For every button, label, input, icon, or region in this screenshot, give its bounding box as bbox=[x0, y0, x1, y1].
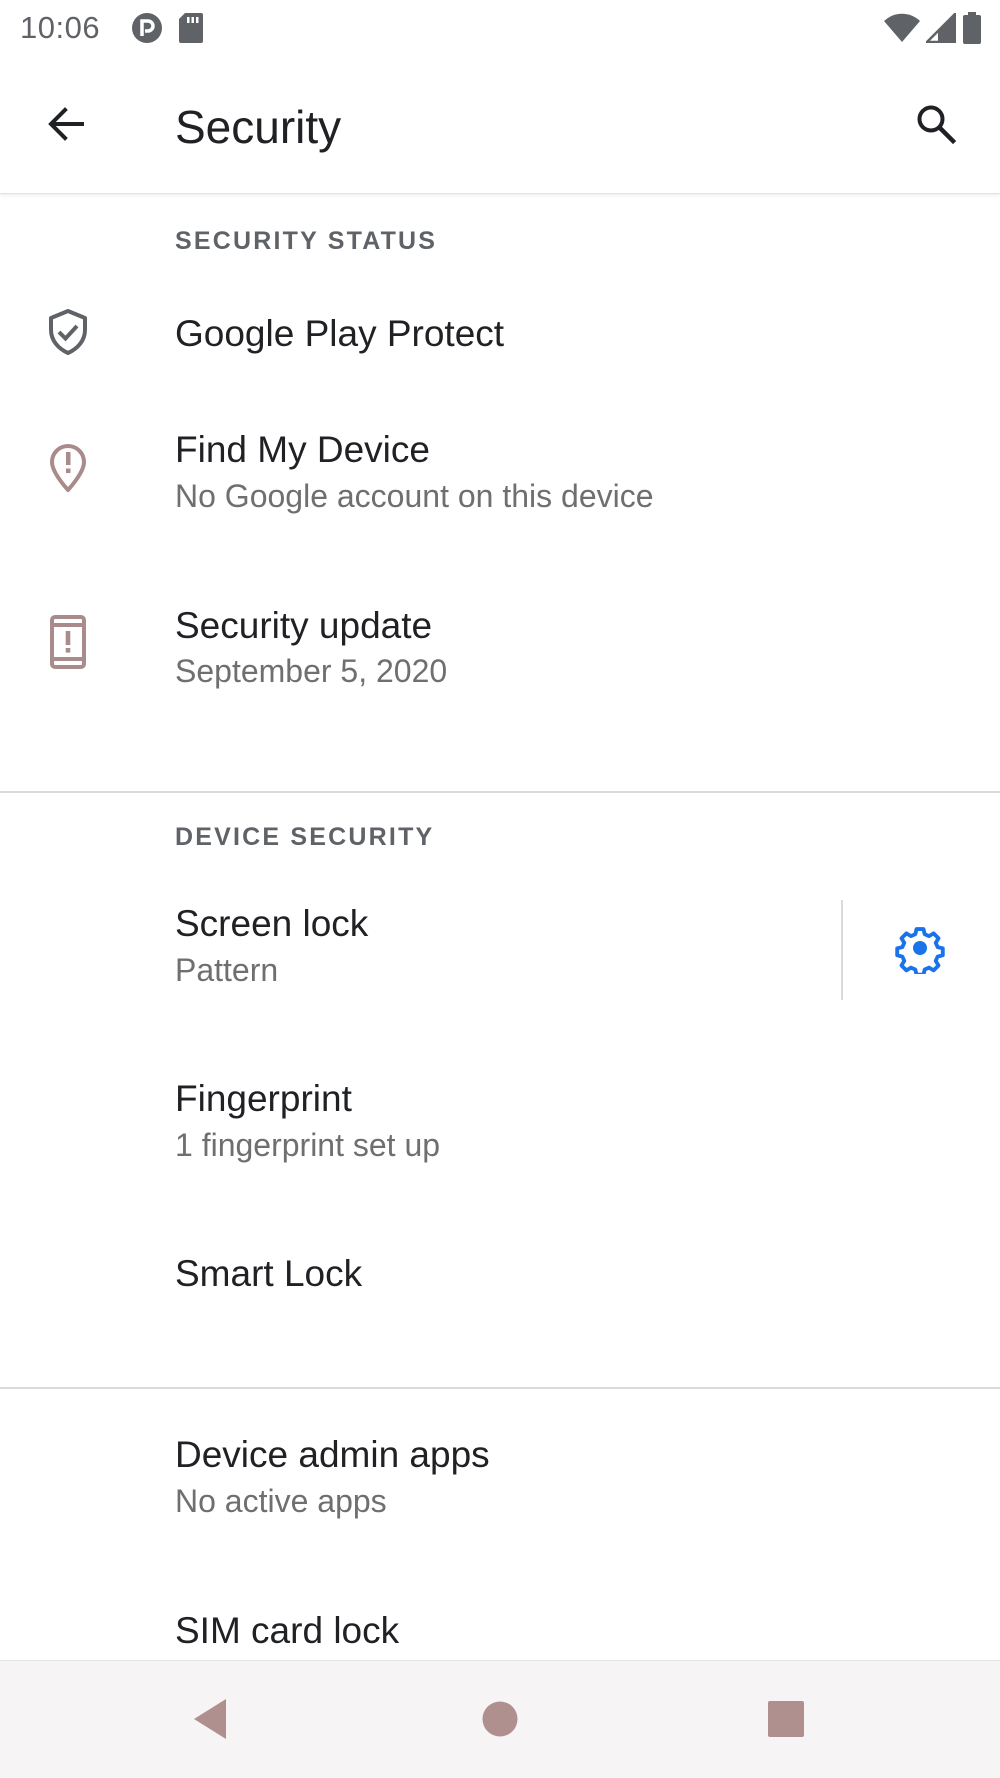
battery-icon bbox=[962, 11, 982, 49]
app-bar: Security bbox=[0, 58, 1000, 194]
phone-alert-icon bbox=[44, 615, 92, 669]
item-title: Security update bbox=[175, 605, 433, 646]
item-subtitle: Pattern bbox=[175, 952, 279, 988]
gear-icon bbox=[894, 922, 946, 979]
wifi-icon bbox=[884, 13, 920, 48]
section-header-device-security: DEVICE SECURITY bbox=[175, 823, 435, 851]
list-item-google-play-protect[interactable]: Google Play Protect bbox=[0, 275, 1000, 390]
home-circle-icon bbox=[480, 1699, 520, 1744]
item-title: Device admin apps bbox=[175, 1434, 490, 1475]
recents-square-icon bbox=[766, 1699, 806, 1744]
list-item-sim-card-lock[interactable]: SIM card lock bbox=[0, 1590, 1000, 1660]
item-title: SIM card lock bbox=[175, 1610, 400, 1651]
shield-check-icon bbox=[44, 308, 92, 356]
item-title: Fingerprint bbox=[175, 1078, 352, 1119]
arrow-back-icon bbox=[46, 104, 86, 149]
list-item-screen-lock[interactable]: Screen lock Pattern bbox=[0, 875, 1000, 1035]
item-title: Smart Lock bbox=[175, 1253, 363, 1294]
back-button[interactable] bbox=[38, 98, 94, 154]
cell-signal-icon bbox=[923, 10, 957, 48]
section-header-security-status: SECURITY STATUS bbox=[175, 227, 438, 255]
item-subtitle: No Google account on this device bbox=[175, 478, 654, 514]
list-item-device-admin-apps[interactable]: Device admin apps No active apps bbox=[0, 1415, 1000, 1575]
item-title: Google Play Protect bbox=[175, 313, 505, 354]
settings-list: SECURITY STATUS Google Play Protect Find… bbox=[0, 195, 1000, 1660]
location-alert-icon bbox=[44, 444, 92, 492]
search-button[interactable] bbox=[908, 98, 964, 154]
status-icons-left bbox=[130, 11, 204, 50]
section-divider bbox=[0, 1387, 1000, 1389]
item-title: Screen lock bbox=[175, 903, 369, 944]
list-item-smart-lock[interactable]: Smart Lock bbox=[0, 1225, 1000, 1335]
nav-back-button[interactable] bbox=[180, 1691, 240, 1751]
back-triangle-icon bbox=[190, 1697, 230, 1746]
item-subtitle: September 5, 2020 bbox=[175, 653, 448, 689]
list-item-find-my-device[interactable]: Find My Device No Google account on this… bbox=[0, 400, 1000, 560]
section-divider bbox=[0, 791, 1000, 793]
app-notification-icon bbox=[130, 11, 164, 50]
nav-home-button[interactable] bbox=[470, 1691, 530, 1751]
sd-card-icon bbox=[178, 12, 204, 49]
list-item-fingerprint[interactable]: Fingerprint 1 fingerprint set up bbox=[0, 1050, 1000, 1210]
item-title: Find My Device bbox=[175, 429, 430, 470]
navigation-bar bbox=[0, 1660, 1000, 1778]
status-bar: 10:06 bbox=[0, 0, 1000, 58]
status-time: 10:06 bbox=[20, 10, 101, 45]
item-subtitle: No active apps bbox=[175, 1483, 387, 1519]
item-subtitle: 1 fingerprint set up bbox=[175, 1127, 441, 1163]
status-icons-right bbox=[884, 10, 982, 49]
search-icon bbox=[915, 103, 957, 150]
page-title: Security bbox=[175, 101, 342, 153]
nav-recents-button[interactable] bbox=[756, 1691, 816, 1751]
list-item-security-update[interactable]: Security update September 5, 2020 bbox=[0, 575, 1000, 735]
vertical-divider bbox=[841, 900, 843, 1000]
screen-lock-settings-button[interactable] bbox=[890, 920, 950, 980]
